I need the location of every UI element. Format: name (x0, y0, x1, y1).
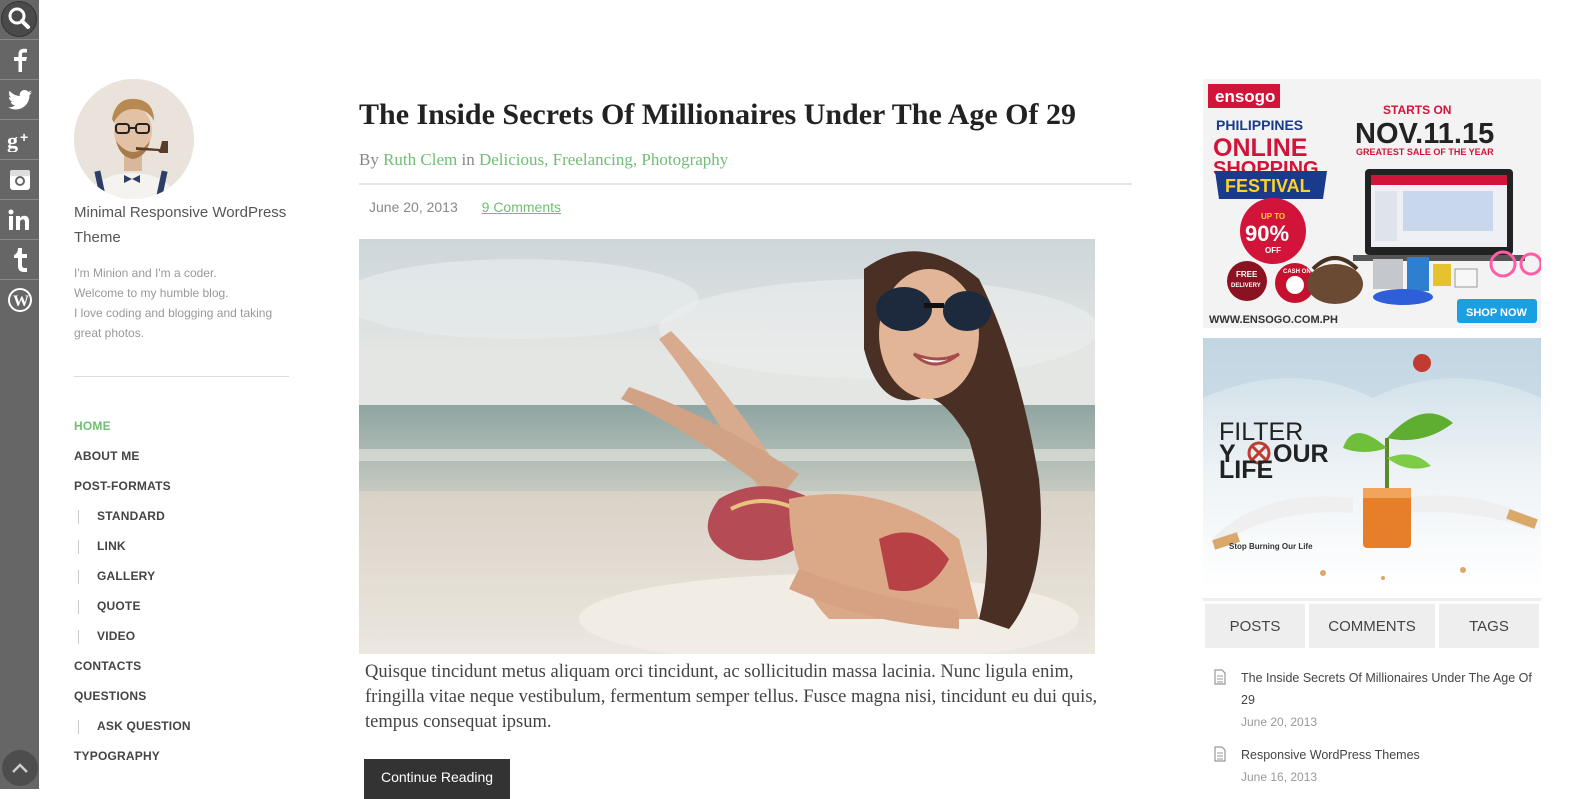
ad1-shop: SHOP NOW (1466, 307, 1528, 319)
recent-post-title[interactable]: Responsive WordPress Themes (1241, 744, 1541, 766)
nav-label: ASK QUESTION (97, 719, 191, 733)
ad1-line1: PHILIPPINES (1216, 117, 1303, 133)
submenu-marker (78, 599, 79, 614)
site-description: I'm Minion and I'm a coder. Welcome to m… (74, 263, 294, 343)
google-plus-icon[interactable]: g + (0, 119, 39, 159)
nav-item-about-me[interactable]: ABOUT ME (74, 446, 294, 476)
recent-post-date: June 16, 2013 (1241, 770, 1318, 784)
tab-comments[interactable]: COMMENTS (1309, 604, 1435, 648)
description-line: great photos. (74, 326, 145, 340)
featured-image[interactable] (359, 239, 1095, 654)
ad2-line2b: OUR (1273, 440, 1329, 468)
category-separator: , (544, 150, 549, 169)
nav-label: VIDEO (97, 629, 136, 643)
recent-post-date: June 20, 2013 (1241, 715, 1318, 729)
ad1-cod: CASH ON (1283, 269, 1311, 275)
document-icon (1213, 746, 1227, 767)
ad1-upto: UP TO (1261, 212, 1285, 221)
continue-reading-button[interactable]: Continue Reading (364, 759, 510, 799)
social-sidebar: g + W (0, 0, 39, 789)
submenu-marker (78, 569, 79, 584)
author-link[interactable]: Ruth Clem (383, 150, 457, 169)
nav-item-home[interactable]: HOME (74, 416, 294, 446)
nav-label: TYPOGRAPHY (74, 749, 161, 763)
site-title: Minimal Responsive WordPress Theme (74, 204, 287, 246)
tab-tags[interactable]: TAGS (1439, 604, 1539, 648)
post-title[interactable]: The Inside Secrets Of Millionaires Under… (359, 98, 1076, 132)
search-icon[interactable] (1, 1, 37, 37)
instagram-icon[interactable] (0, 159, 39, 199)
category-link[interactable]: Delicious (479, 150, 544, 169)
category-link[interactable]: Freelancing (553, 150, 633, 169)
description-line: I'm Minion and I'm a coder. (74, 266, 217, 280)
nav-label: LINK (97, 539, 126, 553)
nav-label: ABOUT ME (74, 449, 140, 463)
byline-by: By (359, 150, 379, 169)
comments-link[interactable]: 9 Comments (482, 199, 561, 215)
avatar (74, 79, 194, 199)
ad1-line4: FESTIVAL (1225, 176, 1311, 196)
svg-text:+: + (20, 129, 28, 145)
submenu-marker (78, 539, 79, 554)
nav-label: HOME (74, 419, 111, 433)
ad1-date: NOV.11.15 (1355, 118, 1494, 150)
ad2-caption: Stop Burning Our Life (1229, 542, 1313, 551)
nav-label: CONTACTS (74, 659, 142, 673)
post-byline: By Ruth Clem in Delicious, Freelancing, … (359, 150, 728, 170)
ensogo-ad-banner[interactable]: ensogo PHILIPPINES ONLINE SHOPPING FESTI… (1203, 79, 1541, 328)
nav-item-link[interactable]: LINK (74, 536, 294, 566)
ad1-percent: 90% (1245, 221, 1289, 246)
ad1-url: WWW.ENSOGO.COM.PH (1209, 314, 1338, 326)
ad1-tagline: GREATEST SALE OF THE YEAR (1356, 147, 1494, 157)
category-separator: , (632, 150, 638, 169)
nav-label: STANDARD (97, 509, 166, 523)
nav-item-post-formats[interactable]: POST-FORMATS (74, 476, 294, 506)
ad1-brand: ensogo (1215, 87, 1275, 106)
nav-item-questions[interactable]: QUESTIONS (74, 686, 294, 716)
wordpress-icon[interactable]: W (0, 279, 39, 319)
sidebar-tabs: POSTS COMMENTS TAGS (1203, 598, 1541, 651)
nav-item-ask-question[interactable]: ASK QUESTION (74, 716, 294, 746)
byline-in: in (461, 150, 475, 169)
nav-label: GALLERY (97, 569, 156, 583)
nav-item-contacts[interactable]: CONTACTS (74, 656, 294, 686)
arrow-up-icon[interactable] (2, 750, 38, 786)
submenu-marker (78, 719, 79, 734)
category-link[interactable]: Photography (641, 150, 728, 169)
description-line: I love coding and blogging and taking (74, 306, 273, 320)
filter-your-life-ad-banner[interactable]: FILTER Y OUR LIFE Stop Burning Our Life (1203, 338, 1541, 588)
recent-post-title[interactable]: The Inside Secrets Of Millionaires Under… (1241, 667, 1541, 711)
nav-item-video[interactable]: VIDEO (74, 626, 294, 656)
nav-item-typography[interactable]: TYPOGRAPHY (74, 746, 294, 776)
ad1-off: OFF (1265, 246, 1281, 255)
nav-label: QUESTIONS (74, 689, 147, 703)
tab-posts[interactable]: POSTS (1205, 604, 1305, 648)
post-excerpt: Quisque tincidunt metus aliquam orci tin… (365, 662, 1098, 732)
nav-item-gallery[interactable]: GALLERY (74, 566, 294, 596)
description-line: Welcome to my humble blog. (74, 286, 229, 300)
post-date: June 20, 2013 (369, 199, 458, 215)
ad1-starts: STARTS ON (1383, 103, 1451, 117)
nav-item-standard[interactable]: STANDARD (74, 506, 294, 536)
sidebar-divider (74, 376, 289, 377)
nav-item-quote[interactable]: QUOTE (74, 596, 294, 626)
post-meta: June 20, 2013 9 Comments (369, 199, 561, 215)
submenu-marker (78, 629, 79, 644)
svg-text:W: W (13, 293, 29, 310)
ad2-line3: LIFE (1219, 456, 1273, 484)
nav-label: QUOTE (97, 599, 141, 613)
main-nav: HOME ABOUT ME POST-FORMATS STANDARD LINK… (74, 416, 294, 776)
facebook-icon[interactable] (0, 39, 39, 79)
linkedin-icon[interactable] (0, 199, 39, 239)
ad1-free: FREE (1236, 270, 1258, 279)
nav-label: POST-FORMATS (74, 479, 171, 493)
svg-text:g: g (7, 128, 18, 152)
ad1-delivery: DELIVERY (1231, 283, 1261, 289)
twitter-icon[interactable] (0, 79, 39, 119)
submenu-marker (78, 509, 79, 524)
tumblr-icon[interactable] (0, 239, 39, 279)
post-divider (359, 183, 1132, 185)
document-icon (1213, 669, 1227, 690)
